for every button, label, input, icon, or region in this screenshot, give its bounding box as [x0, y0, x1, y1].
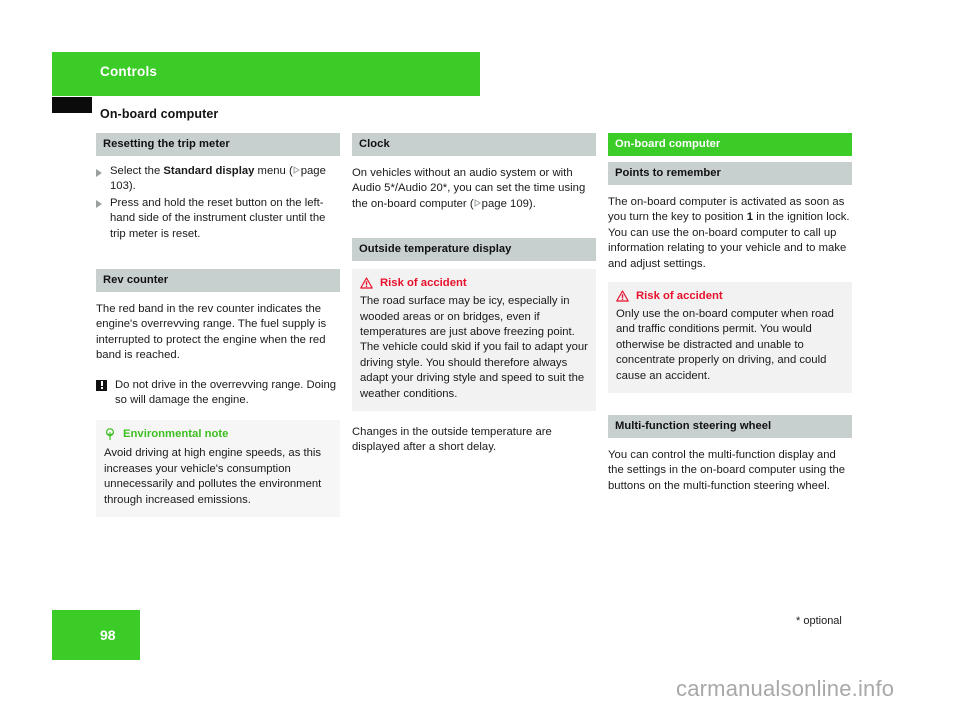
step-text-pre: Select the	[110, 165, 164, 177]
step-text: Press and hold the reset button on the l…	[110, 196, 326, 240]
footnote-optional: * optional	[796, 615, 842, 627]
section-header-multi-function-steering-wheel: Multi-function steering wheel	[608, 415, 852, 439]
list-item: Press and hold the reset button on the l…	[96, 196, 340, 242]
section-subheader-points-to-remember: Points to remember	[608, 162, 852, 185]
mfsw-paragraph: You can control the multi-function displ…	[608, 449, 846, 492]
page-number-box: 98	[52, 610, 140, 660]
risk-title-row: Risk of accident	[616, 289, 844, 306]
clock-paragraph-ref: page 109).	[481, 197, 536, 210]
clock-paragraph-pre: On vehicles without an audio system or w…	[352, 167, 586, 210]
clock-paragraph: On vehicles without an audio system or w…	[352, 166, 596, 212]
risk-title: Risk of accident	[380, 277, 467, 290]
warning-text: Do not drive in the overrevving range. D…	[115, 378, 337, 407]
environmental-note-box: Environmental note Avoid driving at high…	[96, 420, 340, 518]
risk-of-accident-box-obc: Risk of accident Only use the on-board c…	[608, 282, 852, 394]
environmental-note-title-row: Environmental note	[104, 427, 332, 445]
environmental-note-body: Avoid driving at high engine speeds, as …	[104, 447, 322, 506]
chapter-marker-tab	[52, 97, 92, 113]
column-middle: Clock On vehicles without an audio syste…	[352, 133, 596, 456]
watermark: carmanualsonline.info	[676, 676, 895, 701]
column-left: Resetting the trip meter Select the Stan…	[96, 133, 340, 518]
rev-counter-warning: Do not drive in the overrevving range. D…	[96, 378, 340, 409]
risk-body: Only use the on-board computer when road…	[616, 308, 834, 382]
environmental-note-title: Environmental note	[123, 428, 229, 441]
outside-temperature-paragraph: Changes in the outside temperature are d…	[352, 426, 552, 454]
page-number: 98	[100, 627, 116, 643]
step-text-bold: Standard display	[163, 165, 255, 177]
trip-meter-steps-list: Select the Standard display menu (page 1…	[96, 164, 340, 242]
obc-paragraph: The on-board computer is activated as so…	[608, 195, 852, 272]
risk-of-accident-box-temperature: Risk of accident The road surface may be…	[352, 269, 596, 412]
bullet-triangle-icon	[96, 200, 102, 209]
warning-square-icon	[96, 379, 107, 391]
section-header-rev-counter: Rev counter	[96, 269, 340, 293]
chapter-banner: Controls	[52, 52, 480, 96]
ref-arrow-icon	[474, 198, 481, 207]
list-item: Select the Standard display menu (page 1…	[96, 164, 340, 195]
section-header-resetting-trip-meter: Resetting the trip meter	[96, 133, 340, 156]
rev-counter-paragraph: The red band in the rev counter indicate…	[96, 303, 327, 362]
step-text-post: menu (	[254, 165, 293, 177]
risk-body: The road surface may be icy, especially …	[360, 295, 588, 400]
section-header-outside-temperature: Outside temperature display	[352, 238, 596, 262]
ref-arrow-icon	[293, 166, 300, 174]
warning-triangle-icon	[360, 277, 373, 294]
bullet-triangle-icon	[96, 168, 102, 177]
page-title: On-board computer	[100, 107, 219, 121]
risk-title: Risk of accident	[636, 290, 723, 303]
section-header-on-board-computer: On-board computer	[608, 133, 852, 156]
warning-triangle-icon	[616, 290, 629, 307]
chapter-banner-title: Controls	[100, 64, 158, 79]
risk-title-row: Risk of accident	[360, 276, 588, 293]
section-header-clock: Clock	[352, 133, 596, 156]
tree-icon	[104, 428, 116, 446]
column-right: On-board computer Points to remember The…	[608, 133, 852, 494]
